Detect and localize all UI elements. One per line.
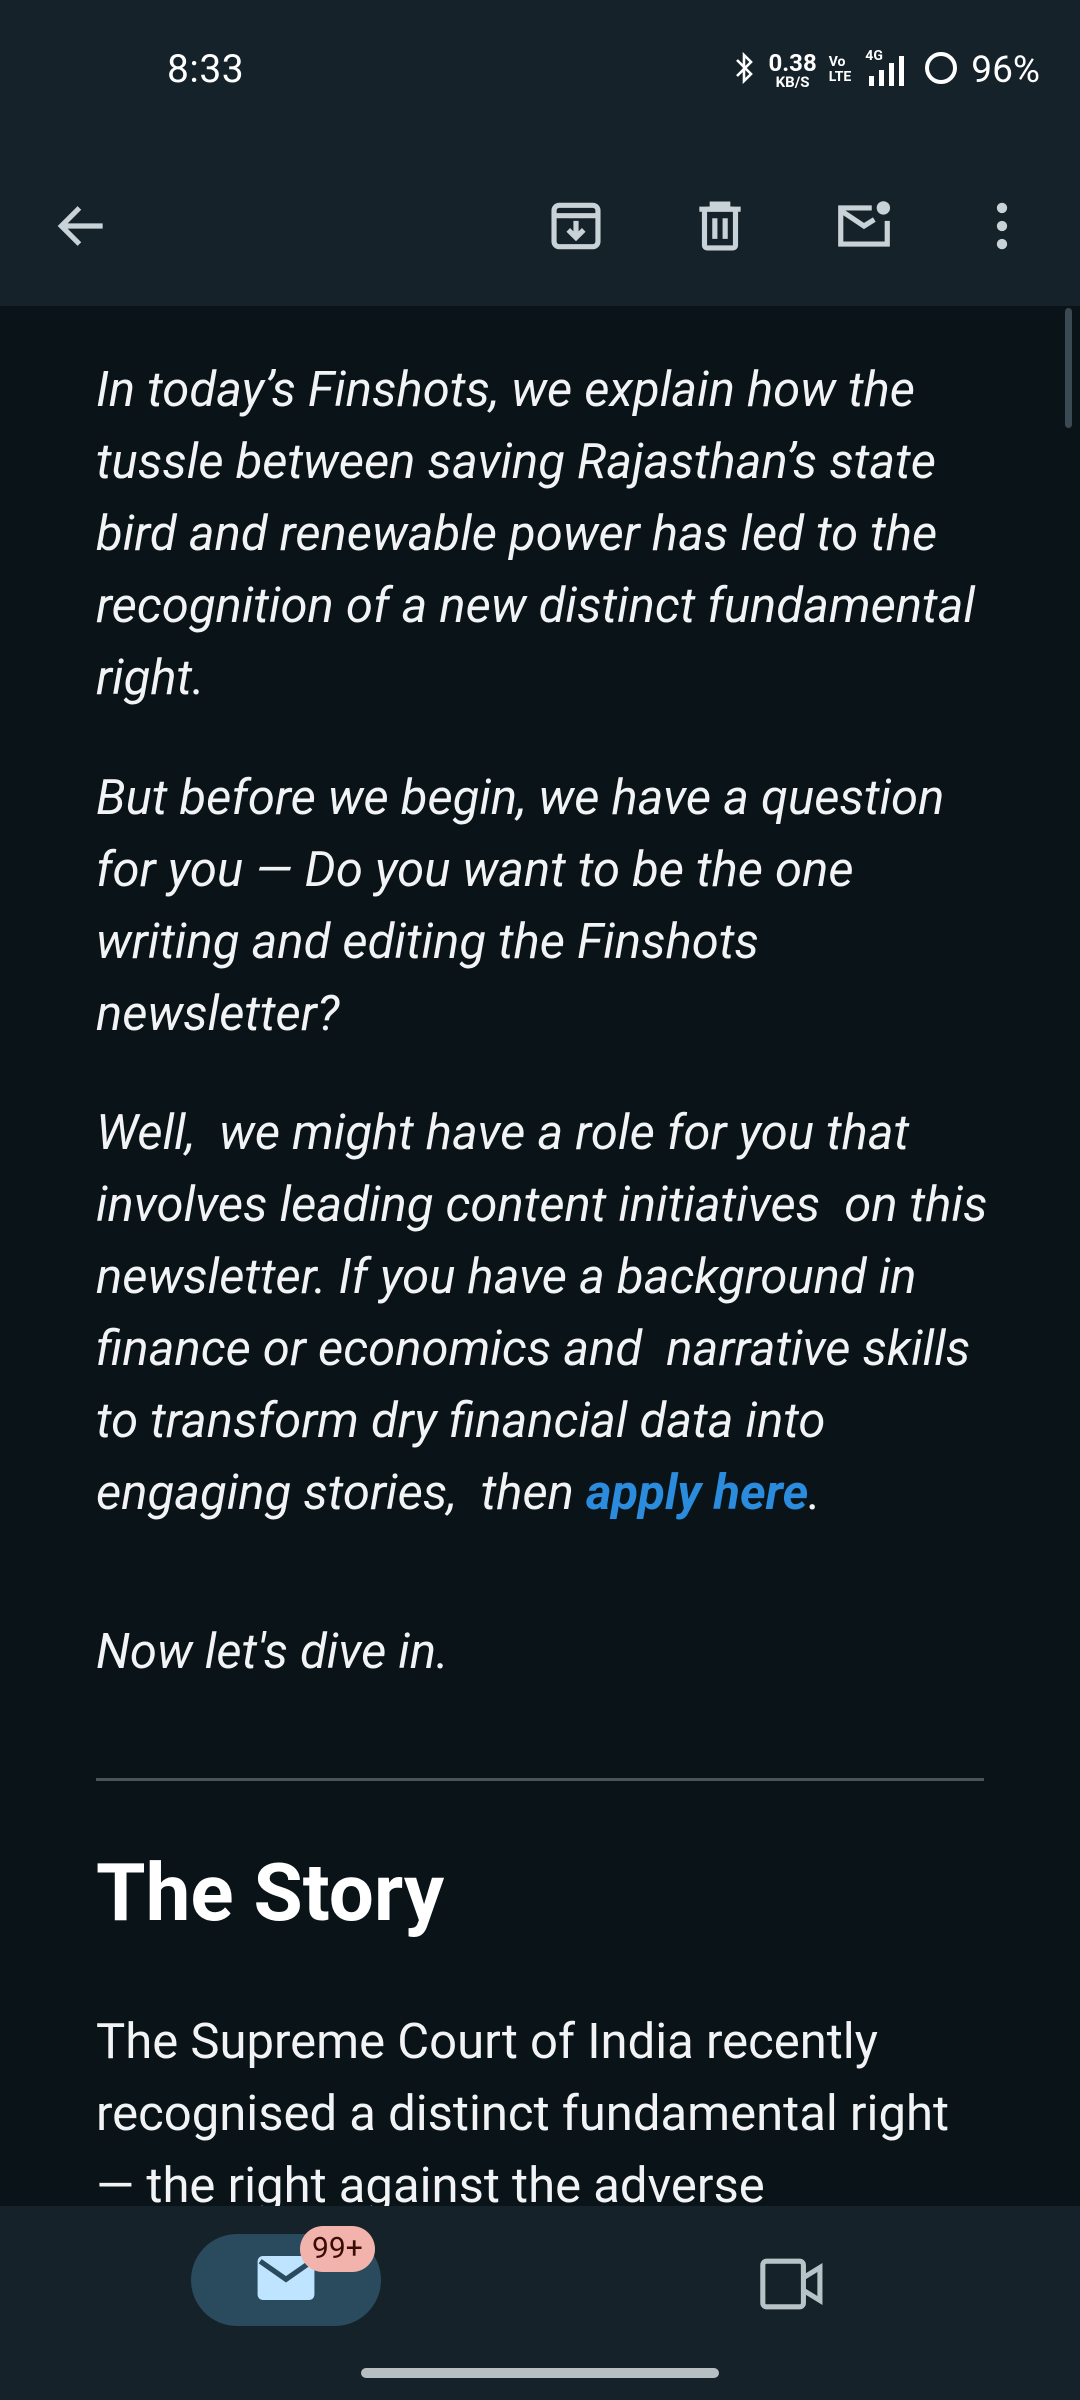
story-paragraph: The Supreme Court of India recently reco… — [96, 2013, 949, 2206]
delete-icon — [689, 195, 751, 261]
role-paragraph: Well, we might have a role for you that … — [96, 1097, 996, 1529]
network-speed-unit: KB/S — [775, 72, 810, 91]
status-indicators: 0.38 KB/S Vo LTE 4G 96% — [734, 44, 1040, 96]
delete-button[interactable] — [670, 178, 770, 278]
back-button[interactable] — [32, 178, 132, 278]
gesture-bar[interactable] — [361, 2368, 719, 2378]
bottom-navigation: 99+ — [0, 2206, 1080, 2400]
battery-ring-icon — [923, 50, 959, 90]
email-body[interactable]: In today’s Finshots, we explain how the … — [0, 306, 1080, 2206]
video-icon — [759, 2257, 825, 2315]
archive-icon — [545, 195, 607, 261]
status-bar: 8:33 0.38 KB/S Vo LTE 4G 96% — [0, 0, 1080, 150]
section-divider — [96, 1778, 984, 1781]
role-paragraph-end: . — [808, 1464, 821, 1521]
more-vert-icon — [971, 195, 1033, 261]
signal-icon: 4G — [863, 48, 911, 90]
volte-indicator: Vo LTE — [829, 55, 852, 84]
more-options-button[interactable] — [952, 178, 1052, 278]
back-arrow-icon — [51, 195, 113, 261]
network-speed-value: 0.38 — [768, 48, 817, 77]
battery-percent: 96% — [971, 48, 1040, 92]
mail-unread-badge: 99+ — [300, 2226, 375, 2272]
network-speed: 0.38 KB/S — [768, 51, 816, 90]
question-paragraph: But before we begin, we have a question … — [96, 769, 945, 1042]
role-paragraph-text: Well, we might have a role for you that … — [96, 1104, 1000, 1521]
bluetooth-icon — [734, 51, 756, 89]
email-toolbar — [0, 150, 1080, 306]
mark-unread-button[interactable] — [814, 178, 914, 278]
scrollbar-thumb[interactable] — [1065, 308, 1072, 428]
status-time: 8:33 — [167, 46, 245, 92]
volte-top: Vo — [828, 54, 846, 71]
volte-bottom: LTE — [828, 69, 852, 85]
mark-unread-icon — [833, 195, 895, 261]
section-title: The Story — [96, 1846, 445, 1940]
apply-here-link[interactable]: apply here — [586, 1464, 808, 1521]
dive-in-text: Now let's dive in. — [96, 1623, 449, 1680]
archive-button[interactable] — [526, 178, 626, 278]
meet-tab[interactable] — [742, 2246, 842, 2326]
intro-paragraph: In today’s Finshots, we explain how the … — [96, 361, 976, 706]
